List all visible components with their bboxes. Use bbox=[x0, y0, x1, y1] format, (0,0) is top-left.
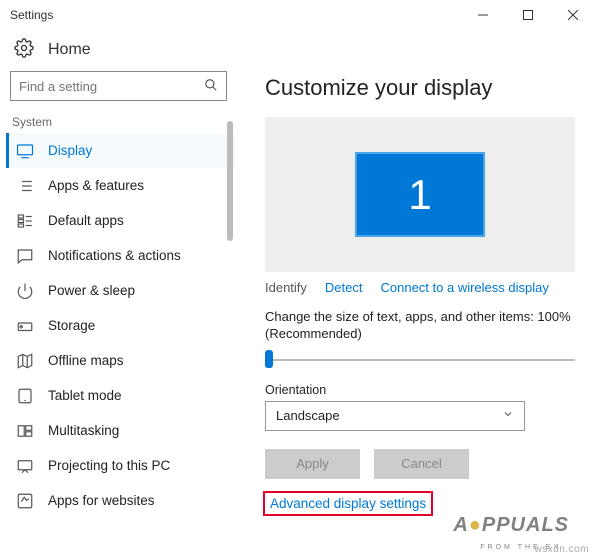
sidebar-item-label: Notifications & actions bbox=[48, 248, 181, 263]
home-link[interactable]: Home bbox=[48, 41, 91, 59]
display-actions: Identify Detect Connect to a wireless di… bbox=[265, 280, 575, 295]
display-icon bbox=[16, 142, 34, 160]
orientation-label: Orientation bbox=[265, 383, 575, 397]
sidebar: System Display Apps & features Default a… bbox=[0, 71, 235, 558]
sidebar-item-label: Storage bbox=[48, 318, 95, 333]
connect-wireless-link[interactable]: Connect to a wireless display bbox=[381, 280, 549, 295]
close-button[interactable] bbox=[550, 0, 595, 30]
sidebar-item-projecting[interactable]: Projecting to this PC bbox=[6, 448, 235, 483]
sidebar-item-offline-maps[interactable]: Offline maps bbox=[6, 343, 235, 378]
sidebar-item-label: Default apps bbox=[48, 213, 124, 228]
sidebar-item-apps-websites[interactable]: Apps for websites bbox=[6, 483, 235, 518]
sidebar-item-apps-features[interactable]: Apps & features bbox=[6, 168, 235, 203]
orientation-value: Landscape bbox=[276, 408, 340, 423]
sidebar-item-multitasking[interactable]: Multitasking bbox=[6, 413, 235, 448]
nav-list: Display Apps & features Default apps Not… bbox=[6, 133, 235, 518]
slider-rail bbox=[265, 359, 575, 361]
section-label: System bbox=[6, 109, 235, 133]
sidebar-item-tablet-mode[interactable]: Tablet mode bbox=[6, 378, 235, 413]
sidebar-item-label: Display bbox=[48, 143, 92, 158]
apply-label: Apply bbox=[296, 456, 329, 471]
title-bar: Settings bbox=[0, 0, 595, 30]
header: Home bbox=[0, 30, 595, 71]
sidebar-item-label: Projecting to this PC bbox=[48, 458, 170, 473]
tablet-icon bbox=[16, 387, 34, 405]
cancel-label: Cancel bbox=[401, 456, 441, 471]
window-controls bbox=[460, 0, 595, 30]
notifications-icon bbox=[16, 247, 34, 265]
sidebar-item-display[interactable]: Display bbox=[6, 133, 235, 168]
maps-icon bbox=[16, 352, 34, 370]
search-field[interactable] bbox=[19, 79, 204, 94]
scrollbar-thumb[interactable] bbox=[227, 121, 233, 241]
sidebar-item-label: Tablet mode bbox=[48, 388, 122, 403]
sidebar-item-label: Multitasking bbox=[48, 423, 119, 438]
power-icon bbox=[16, 282, 34, 300]
defaults-icon bbox=[16, 212, 34, 230]
scale-slider[interactable] bbox=[265, 349, 575, 369]
watermark-site: wsxdn.com bbox=[534, 544, 589, 555]
slider-thumb[interactable] bbox=[265, 350, 273, 368]
advanced-display-settings-link[interactable]: Advanced display settings bbox=[265, 493, 431, 514]
sidebar-item-notifications[interactable]: Notifications & actions bbox=[6, 238, 235, 273]
sidebar-item-storage[interactable]: Storage bbox=[6, 308, 235, 343]
sidebar-item-default-apps[interactable]: Default apps bbox=[6, 203, 235, 238]
monitor-tile-1[interactable]: 1 bbox=[355, 152, 485, 237]
sidebar-item-label: Offline maps bbox=[48, 353, 124, 368]
gear-icon bbox=[14, 38, 34, 61]
search-input[interactable] bbox=[10, 71, 227, 101]
sidebar-item-power-sleep[interactable]: Power & sleep bbox=[6, 273, 235, 308]
list-icon bbox=[16, 177, 34, 195]
apply-button[interactable]: Apply bbox=[265, 449, 360, 479]
maximize-button[interactable] bbox=[505, 0, 550, 30]
detect-link[interactable]: Detect bbox=[325, 280, 363, 295]
scale-label: Change the size of text, apps, and other… bbox=[265, 309, 575, 343]
projecting-icon bbox=[16, 457, 34, 475]
window-title: Settings bbox=[10, 8, 53, 22]
minimize-button[interactable] bbox=[460, 0, 505, 30]
cancel-button[interactable]: Cancel bbox=[374, 449, 469, 479]
sidebar-item-label: Apps for websites bbox=[48, 493, 155, 508]
chevron-down-icon bbox=[502, 408, 514, 423]
button-row: Apply Cancel bbox=[265, 449, 575, 479]
orientation-select[interactable]: Landscape bbox=[265, 401, 525, 431]
sidebar-item-label: Apps & features bbox=[48, 178, 144, 193]
main-content: Customize your display 1 Identify Detect… bbox=[235, 71, 595, 558]
identify-link[interactable]: Identify bbox=[265, 280, 307, 295]
watermark-brand: A●PPUALS bbox=[453, 514, 569, 537]
page-title: Customize your display bbox=[265, 75, 575, 101]
display-preview[interactable]: 1 bbox=[265, 117, 575, 272]
apps-websites-icon bbox=[16, 492, 34, 510]
sidebar-item-label: Power & sleep bbox=[48, 283, 135, 298]
multitasking-icon bbox=[16, 422, 34, 440]
monitor-number: 1 bbox=[408, 171, 431, 219]
search-icon bbox=[204, 78, 218, 95]
storage-icon bbox=[16, 317, 34, 335]
